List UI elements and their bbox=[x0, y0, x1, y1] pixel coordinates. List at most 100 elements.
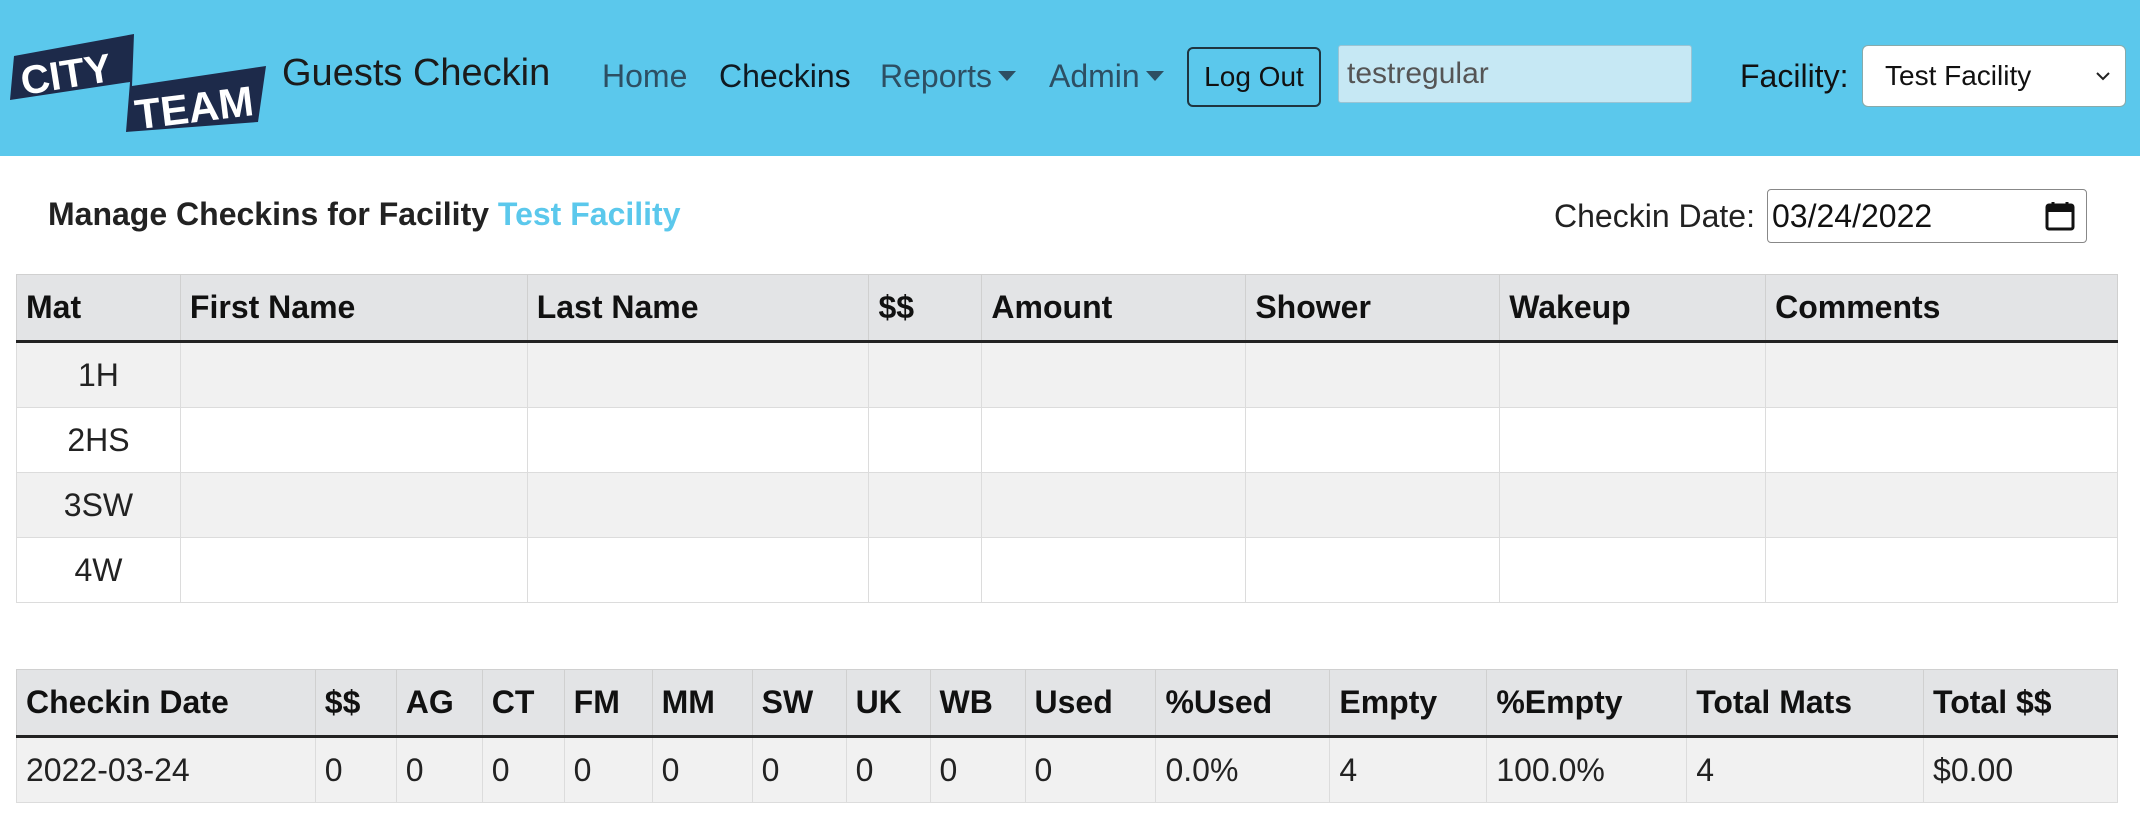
table-row[interactable]: 3SW bbox=[16, 472, 2118, 538]
col-header-last-name[interactable]: Last Name bbox=[526, 274, 870, 343]
col-header-paid[interactable]: $$ bbox=[314, 669, 397, 738]
first-name-cell[interactable] bbox=[179, 472, 528, 538]
shower-cell[interactable] bbox=[1245, 472, 1501, 538]
summary-ag-cell: 0 bbox=[395, 736, 483, 803]
facility-label: Facility: bbox=[1740, 58, 1849, 94]
mats-table: Mat First Name Last Name $$ Amount Showe… bbox=[16, 274, 2118, 603]
facility-selected-value: Test Facility bbox=[1885, 60, 2032, 91]
nav-reports-dropdown[interactable]: Reports bbox=[880, 58, 1017, 95]
amount-cell[interactable] bbox=[981, 341, 1247, 408]
summary-paid-cell: 0 bbox=[314, 736, 397, 803]
top-navbar: CITY TEAM Guests Checkin Home Checkins R… bbox=[0, 0, 2140, 156]
page-title-prefix: Manage Checkins for Facility bbox=[48, 196, 490, 232]
nav-checkins-link[interactable]: Checkins bbox=[719, 58, 851, 95]
last-name-cell[interactable] bbox=[526, 407, 870, 473]
mat-cell[interactable]: 1H bbox=[16, 341, 181, 408]
amount-cell[interactable] bbox=[981, 472, 1247, 538]
mats-table-header: Mat First Name Last Name $$ Amount Showe… bbox=[16, 274, 2118, 343]
amount-cell[interactable] bbox=[981, 537, 1247, 603]
logout-button[interactable]: Log Out bbox=[1187, 47, 1321, 107]
caret-down-icon bbox=[1145, 71, 1164, 81]
col-header-total-amount[interactable]: Total $$ bbox=[1923, 669, 2118, 738]
table-row: 2022-03-24 0 0 0 0 0 0 0 0 0 0.0% 4 100.… bbox=[16, 736, 2118, 803]
last-name-cell[interactable] bbox=[526, 537, 870, 603]
nav-reports-label: Reports bbox=[880, 58, 993, 94]
paid-cell[interactable] bbox=[868, 472, 983, 538]
username-field: testregular bbox=[1338, 45, 1692, 103]
col-header-paid[interactable]: $$ bbox=[868, 274, 983, 343]
col-header-uk[interactable]: UK bbox=[845, 669, 931, 738]
first-name-cell[interactable] bbox=[179, 407, 528, 473]
amount-cell[interactable] bbox=[981, 407, 1247, 473]
paid-cell[interactable] bbox=[868, 341, 983, 408]
col-header-wb[interactable]: WB bbox=[929, 669, 1026, 738]
comments-cell[interactable] bbox=[1765, 407, 2118, 473]
summary-mm-cell: 0 bbox=[651, 736, 753, 803]
shower-cell[interactable] bbox=[1245, 537, 1501, 603]
col-header-ag[interactable]: AG bbox=[395, 669, 483, 738]
page-title: Manage Checkins for Facility Test Facili… bbox=[48, 196, 680, 233]
checkin-date-input[interactable]: 03/24/2022 bbox=[1767, 189, 2087, 243]
col-header-comments[interactable]: Comments bbox=[1765, 274, 2118, 343]
wakeup-cell[interactable] bbox=[1499, 341, 1767, 408]
last-name-cell[interactable] bbox=[526, 341, 870, 408]
col-header-mm[interactable]: MM bbox=[651, 669, 753, 738]
comments-cell[interactable] bbox=[1765, 341, 2118, 408]
nav-admin-label: Admin bbox=[1049, 58, 1140, 94]
summary-empty-cell: 4 bbox=[1329, 736, 1488, 803]
comments-cell[interactable] bbox=[1765, 472, 2118, 538]
col-header-used[interactable]: Used bbox=[1024, 669, 1157, 738]
summary-uk-cell: 0 bbox=[845, 736, 931, 803]
last-name-cell[interactable] bbox=[526, 472, 870, 538]
summary-wb-cell: 0 bbox=[929, 736, 1026, 803]
col-header-shower[interactable]: Shower bbox=[1245, 274, 1501, 343]
summary-used-cell: 0 bbox=[1024, 736, 1157, 803]
summary-total-mats-cell: 4 bbox=[1686, 736, 1925, 803]
summary-ct-cell: 0 bbox=[481, 736, 565, 803]
col-header-ct[interactable]: CT bbox=[481, 669, 565, 738]
table-row[interactable]: 2HS bbox=[16, 407, 2118, 473]
col-header-wakeup[interactable]: Wakeup bbox=[1499, 274, 1767, 343]
summary-fm-cell: 0 bbox=[563, 736, 653, 803]
summary-date-cell: 2022-03-24 bbox=[16, 736, 316, 803]
summary-sw-cell: 0 bbox=[751, 736, 847, 803]
summary-pct-used-cell: 0.0% bbox=[1155, 736, 1331, 803]
calendar-icon[interactable] bbox=[2044, 200, 2076, 232]
wakeup-cell[interactable] bbox=[1499, 537, 1767, 603]
col-header-fm[interactable]: FM bbox=[563, 669, 653, 738]
first-name-cell[interactable] bbox=[179, 537, 528, 603]
page-title-facility: Test Facility bbox=[497, 196, 681, 232]
wakeup-cell[interactable] bbox=[1499, 472, 1767, 538]
comments-cell[interactable] bbox=[1765, 537, 2118, 603]
summary-pct-empty-cell: 100.0% bbox=[1486, 736, 1688, 803]
shower-cell[interactable] bbox=[1245, 407, 1501, 473]
col-header-empty[interactable]: Empty bbox=[1329, 669, 1488, 738]
col-header-mat[interactable]: Mat bbox=[16, 274, 181, 343]
col-header-pct-used[interactable]: %Used bbox=[1155, 669, 1331, 738]
summary-table-header: Checkin Date $$ AG CT FM MM SW UK WB Use… bbox=[16, 669, 2118, 738]
table-row[interactable]: 1H bbox=[16, 341, 2118, 408]
paid-cell[interactable] bbox=[868, 537, 983, 603]
table-row[interactable]: 4W bbox=[16, 537, 2118, 603]
paid-cell[interactable] bbox=[868, 407, 983, 473]
checkin-date-value: 03/24/2022 bbox=[1772, 198, 1933, 234]
nav-admin-dropdown[interactable]: Admin bbox=[1049, 58, 1164, 95]
mat-cell[interactable]: 3SW bbox=[16, 472, 181, 538]
col-header-sw[interactable]: SW bbox=[751, 669, 847, 738]
first-name-cell[interactable] bbox=[179, 341, 528, 408]
shower-cell[interactable] bbox=[1245, 341, 1501, 408]
mat-cell[interactable]: 4W bbox=[16, 537, 181, 603]
col-header-checkin-date[interactable]: Checkin Date bbox=[16, 669, 316, 738]
app-title[interactable]: Guests Checkin bbox=[282, 52, 550, 95]
mat-cell[interactable]: 2HS bbox=[16, 407, 181, 473]
col-header-pct-empty[interactable]: %Empty bbox=[1486, 669, 1688, 738]
wakeup-cell[interactable] bbox=[1499, 407, 1767, 473]
col-header-amount[interactable]: Amount bbox=[981, 274, 1247, 343]
nav-home-link[interactable]: Home bbox=[602, 58, 687, 95]
cityteam-logo[interactable]: CITY TEAM bbox=[6, 22, 266, 132]
summary-table: Checkin Date $$ AG CT FM MM SW UK WB Use… bbox=[16, 669, 2118, 803]
facility-select[interactable]: Test Facility bbox=[1862, 45, 2126, 107]
checkin-date-label: Checkin Date: bbox=[1554, 198, 1755, 234]
col-header-total-mats[interactable]: Total Mats bbox=[1686, 669, 1925, 738]
col-header-first-name[interactable]: First Name bbox=[179, 274, 528, 343]
